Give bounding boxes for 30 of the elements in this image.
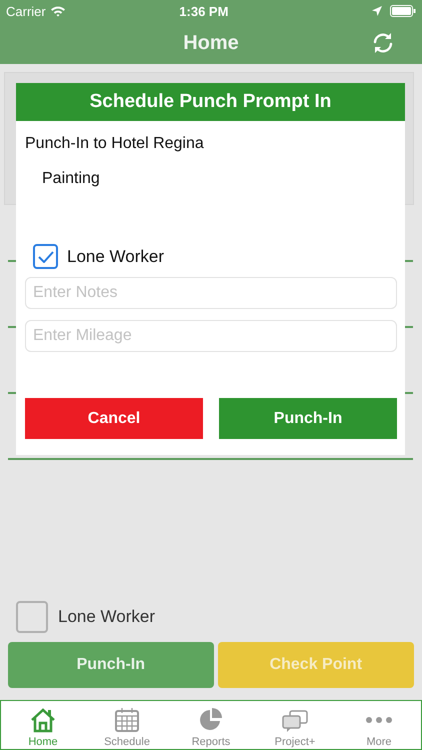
task-name: Painting — [42, 170, 101, 188]
punch-in-button[interactable]: Punch-In — [219, 398, 397, 439]
notes-field[interactable]: Enter Notes — [25, 277, 397, 309]
chat-bubbles-icon — [281, 709, 309, 733]
mileage-field[interactable]: Enter Mileage — [25, 320, 397, 352]
checkbox-label: Lone Worker — [67, 246, 164, 266]
check-icon — [38, 250, 54, 263]
carrier-name: Carrier — [6, 4, 46, 18]
tab[interactable]: Project+ — [253, 701, 337, 749]
more-dots-icon — [366, 717, 392, 723]
cancel-button[interactable]: Cancel — [25, 398, 203, 439]
checkbox[interactable] — [33, 244, 58, 269]
punch-in-button[interactable]: Punch-In — [8, 642, 214, 688]
dialog-title: Schedule Punch Prompt In — [16, 83, 405, 121]
battery-icon — [390, 5, 416, 17]
checkbox[interactable] — [16, 601, 48, 633]
wifi-icon — [50, 5, 66, 17]
refresh-icon[interactable] — [371, 31, 395, 55]
calendar-icon — [114, 707, 140, 733]
screen-title: Home — [183, 32, 239, 54]
checkbox-label: Lone Worker — [58, 607, 156, 627]
tab[interactable]: Reports — [169, 701, 253, 749]
location-arrow-icon — [372, 6, 382, 16]
tab[interactable]: More — [337, 701, 421, 749]
tab[interactable]: Home — [1, 701, 85, 749]
house-icon — [29, 707, 57, 733]
tab[interactable]: Schedule — [85, 701, 169, 749]
clock-time: 1:36 PM — [178, 4, 230, 18]
pie-chart-icon — [198, 707, 224, 733]
dialog-message: Punch-In to Hotel Regina — [25, 135, 205, 153]
